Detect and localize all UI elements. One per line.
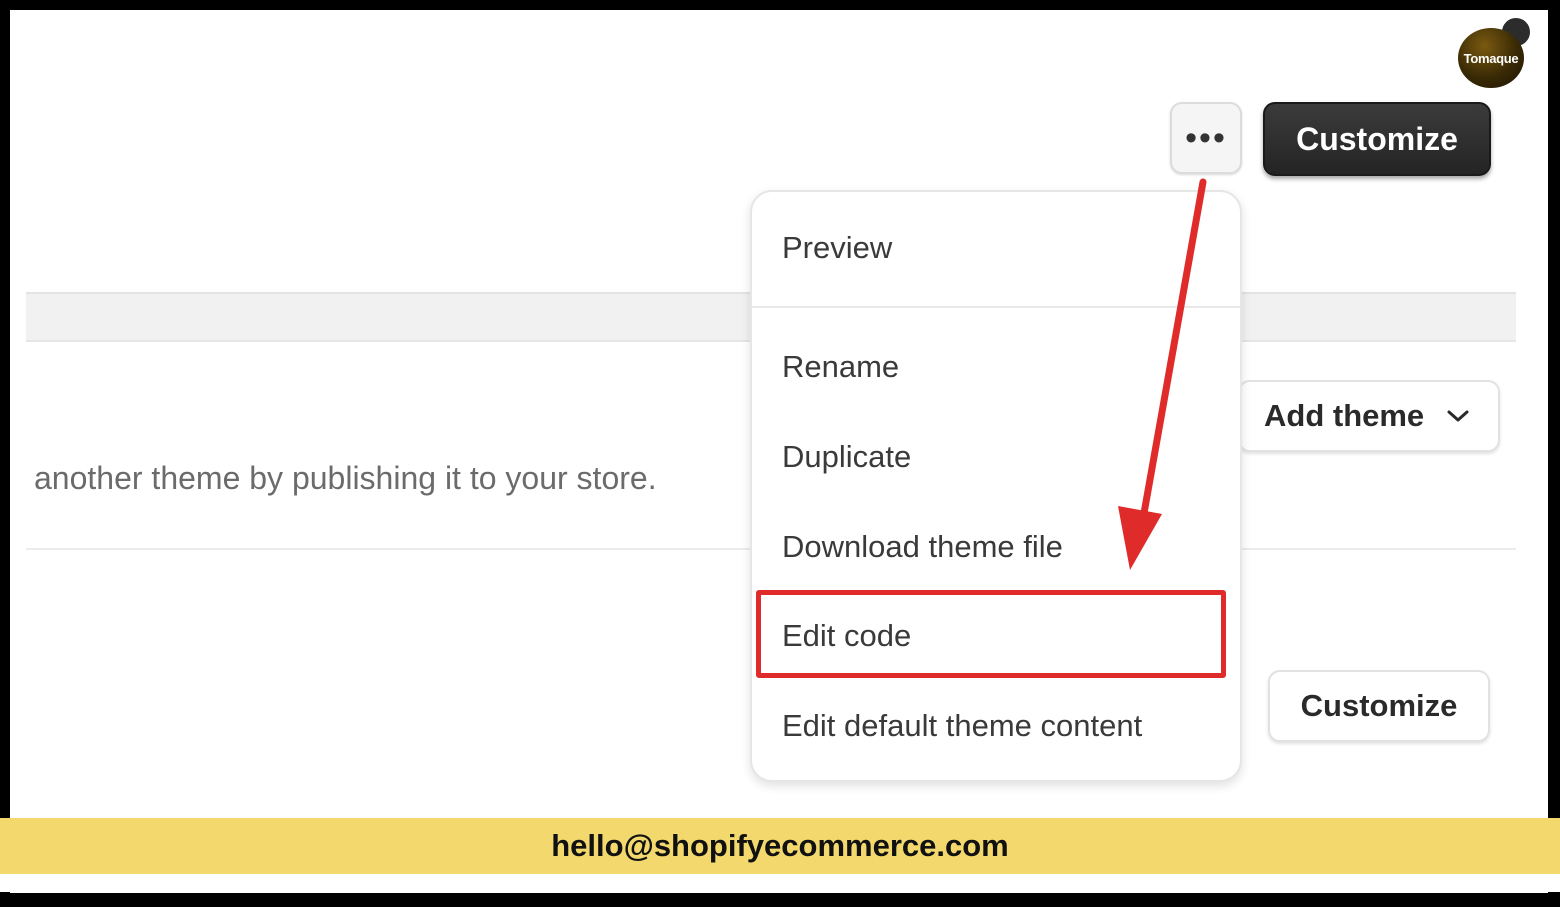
- menu-separator: [752, 306, 1240, 308]
- menu-item-rename[interactable]: Rename: [782, 349, 899, 385]
- more-dots-icon: •••: [1185, 119, 1227, 157]
- add-theme-button[interactable]: Add theme: [1238, 380, 1500, 452]
- add-theme-label: Add theme: [1264, 398, 1425, 433]
- menu-item-download-theme-file[interactable]: Download theme file: [782, 529, 1063, 565]
- brand-logo: Tomaque: [1456, 16, 1532, 88]
- theme-library-description: another theme by publishing it to your s…: [34, 460, 657, 496]
- customize-button[interactable]: Customize: [1263, 102, 1491, 176]
- menu-item-duplicate[interactable]: Duplicate: [782, 439, 911, 475]
- more-actions-button[interactable]: •••: [1170, 102, 1242, 174]
- customize-secondary-button[interactable]: Customize: [1268, 670, 1490, 742]
- actions-dropdown-menu: Preview Rename Duplicate Download theme …: [750, 190, 1242, 782]
- logo-text: Tomaque: [1458, 28, 1524, 88]
- bottom-strip: [0, 874, 1560, 892]
- menu-item-edit-default-theme-content[interactable]: Edit default theme content: [782, 708, 1142, 744]
- chevron-down-icon: [1446, 408, 1470, 424]
- menu-item-preview[interactable]: Preview: [782, 230, 892, 266]
- edit-code-highlight-box: [756, 590, 1226, 678]
- contact-footer-banner: hello@shopifyecommerce.com: [0, 818, 1560, 874]
- contact-email[interactable]: hello@shopifyecommerce.com: [551, 828, 1008, 864]
